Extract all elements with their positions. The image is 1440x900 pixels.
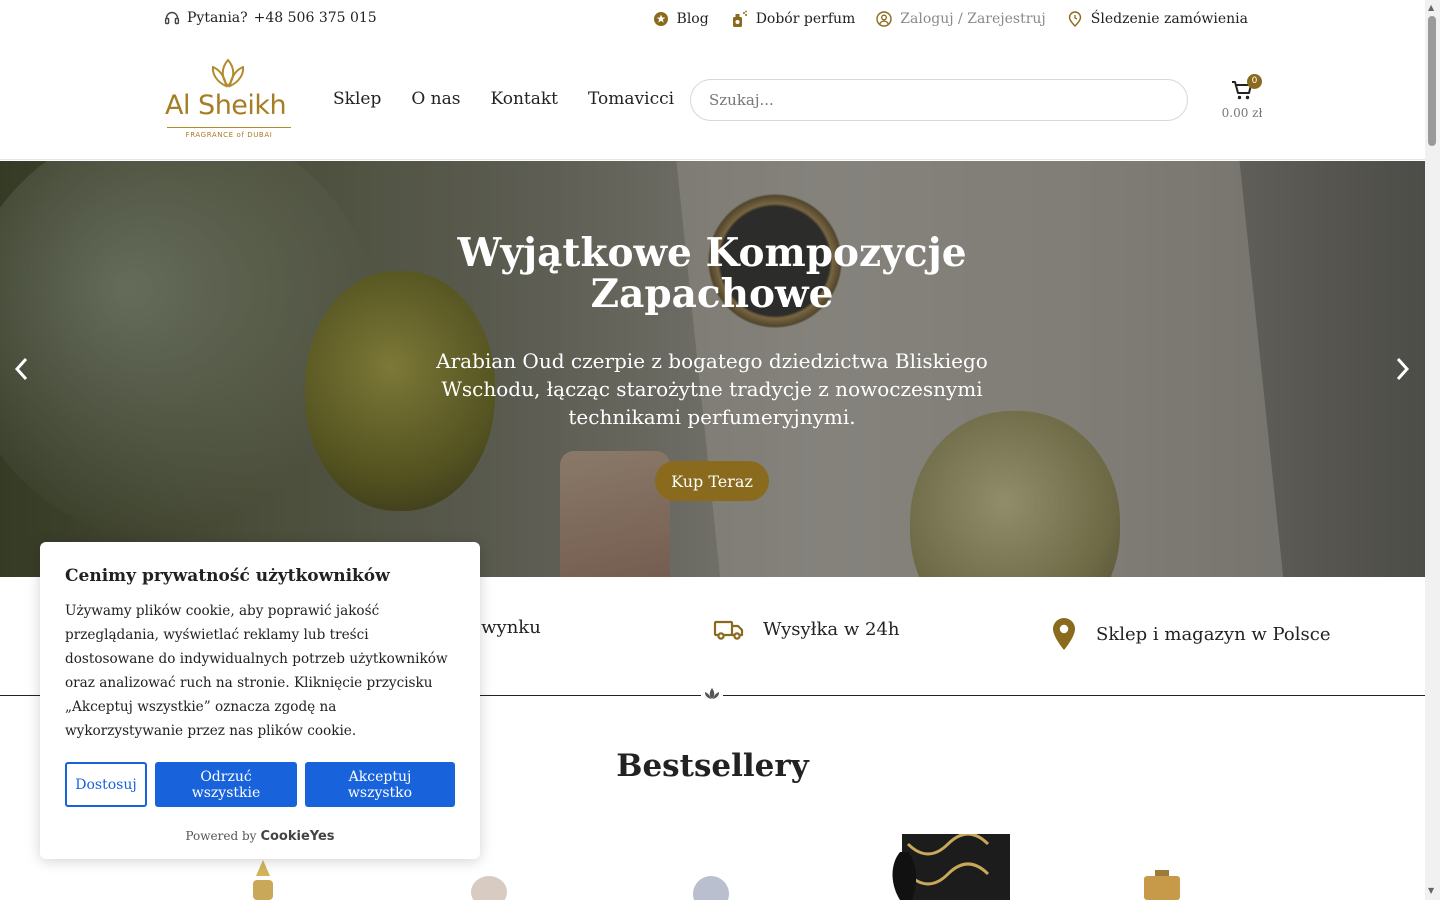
slider-prev-arrow[interactable] (12, 354, 32, 384)
nav-item-o-nas[interactable]: O nas (411, 89, 460, 109)
reject-all-button[interactable]: Odrzuć wszystkie (155, 762, 297, 807)
logo-name: Al Sheikh (165, 90, 287, 121)
slider-next-arrow[interactable] (1392, 354, 1412, 384)
scrollbar-thumb[interactable] (1428, 16, 1436, 146)
site-header: Al Sheikh FRAGRANCE of DUBAI Sklep O nas… (0, 40, 1425, 160)
truck-icon (713, 620, 744, 640)
product-thumb-5[interactable] (1140, 870, 1184, 900)
blog-label: Blog (676, 11, 709, 27)
perfume-finder-link[interactable]: Dobór perfum (730, 10, 856, 28)
order-tracking-label: Śledzenie zamówienia (1090, 11, 1248, 27)
divider-ornament (701, 686, 723, 704)
headset-icon (164, 11, 180, 25)
perfume-finder-label: Dobór perfum (755, 11, 856, 27)
top-links: Blog Dobór perfum Zaloguj / Zarejestruj (632, 10, 1248, 28)
buy-now-button[interactable]: Kup Teraz (655, 461, 769, 501)
cookie-text: Używamy plików cookie, aby poprawić jako… (65, 603, 448, 739)
cookie-title: Cenimy prywatność użytkowników (65, 566, 390, 586)
cart-count-badge: 0 (1247, 74, 1262, 89)
hero-slider: Wyjątkowe Kompozycje Zapachowe Arabian O… (0, 161, 1425, 577)
scroll-up-icon[interactable]: ▲ (1428, 3, 1434, 12)
customize-button[interactable]: Dostosuj (65, 762, 147, 807)
nav-item-kontakt[interactable]: Kontakt (490, 89, 558, 109)
hero-subtitle: Arabian Oud czerpie z bogatego dziedzict… (436, 349, 988, 429)
accept-all-button[interactable]: Akceptuj wszystko (305, 762, 455, 807)
logo-tagline: FRAGRANCE of DUBAI (185, 131, 273, 139)
question-label: Pytania? (187, 10, 248, 26)
blog-link[interactable]: Blog (653, 11, 709, 27)
map-pin-icon (1053, 618, 1075, 650)
product-thumb-1[interactable] (248, 858, 278, 900)
location-clock-icon (1068, 11, 1081, 27)
cart-total: 0.00 zł (1221, 106, 1263, 120)
logo-rule (167, 127, 291, 128)
contact-info: Pytania? +48 506 375 015 (164, 10, 377, 26)
star-badge-icon (653, 12, 668, 26)
lotus-small-icon (704, 688, 720, 699)
chevron-right-icon (1396, 357, 1410, 381)
chevron-left-icon (14, 357, 28, 381)
feature-shipping-label: Wysyłka w 24h (763, 618, 900, 640)
cookie-consent-banner: Cenimy prywatność użytkowników Używamy p… (40, 542, 480, 859)
order-tracking-link[interactable]: Śledzenie zamówienia (1067, 11, 1248, 27)
cookie-buttons: Dostosuj Odrzuć wszystkie Akceptuj wszys… (65, 762, 455, 807)
top-utility-bar: Pytania? +48 506 375 015 Blog Dobór perf… (0, 0, 1425, 40)
login-register-link[interactable]: Zaloguj / Zarejestruj (876, 11, 1046, 27)
scroll-down-icon[interactable]: ▼ (1428, 886, 1434, 895)
feature-store-label: Sklep i magazyn w Polsce (1096, 623, 1331, 645)
cookie-powered-by: Powered by CookieYes (40, 829, 480, 844)
product-thumb-3[interactable] (690, 872, 732, 900)
phone-link[interactable]: +48 506 375 015 (254, 10, 377, 26)
nav-item-sklep[interactable]: Sklep (333, 89, 381, 109)
feature-store: Sklep i magazyn w Polsce (1050, 617, 1330, 651)
lotus-icon (211, 58, 245, 88)
hero-title: Wyjątkowe Kompozycje Zapachowe (457, 230, 967, 317)
feature-shipping: Wysyłka w 24h (713, 617, 900, 641)
site-logo[interactable]: Al Sheikh FRAGRANCE of DUBAI (165, 58, 293, 142)
product-thumb-2[interactable] (468, 872, 510, 900)
page-scrollbar[interactable]: ▲ ▼ (1425, 0, 1440, 900)
perfume-icon (732, 10, 747, 27)
cart-button[interactable]: 0 0.00 zł (1222, 74, 1264, 126)
user-circle-icon (876, 11, 892, 27)
product-thumb-4[interactable] (888, 834, 1010, 900)
nav-item-tomavicci[interactable]: Tomavicci (588, 89, 674, 109)
search-input[interactable] (690, 79, 1188, 121)
powered-by-label: Powered by (185, 829, 257, 843)
login-register-label: Zaloguj / Zarejestruj (900, 11, 1046, 27)
main-nav: Sklep O nas Kontakt Tomavicci (333, 89, 704, 109)
cookieyes-logo[interactable]: CookieYes (260, 829, 334, 844)
